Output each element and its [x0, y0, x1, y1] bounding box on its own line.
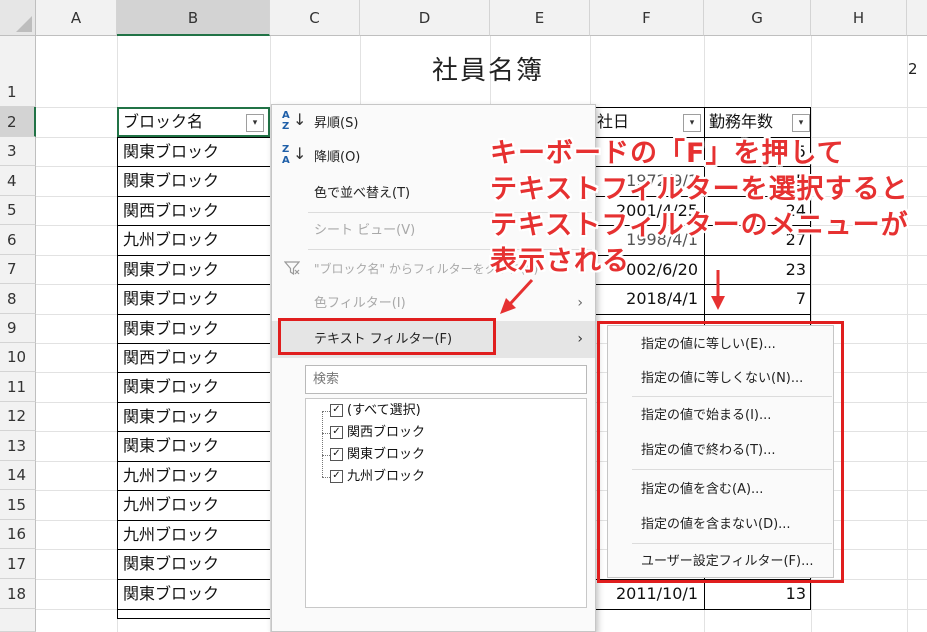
row-header-3[interactable]: 3 — [0, 137, 36, 166]
row-header-4[interactable]: 4 — [0, 166, 36, 196]
sort-descending-icon: Z A ↓ — [282, 144, 307, 166]
cell-b18[interactable]: 関東ブロック — [123, 579, 219, 608]
row-header-13[interactable]: 13 — [0, 431, 36, 461]
row-header-12[interactable]: 12 — [0, 402, 36, 431]
cell-b6[interactable]: 九州ブロック — [123, 225, 219, 254]
checklist-label: 関西ブロック — [347, 425, 426, 440]
annotation-line-1: キーボードの「F」を押して — [490, 138, 845, 169]
cell-b4[interactable]: 関東ブロック — [123, 166, 219, 195]
cell-b11[interactable]: 関東ブロック — [123, 372, 219, 401]
clear-filter-icon — [284, 261, 300, 276]
annotation-line-3: テキストフィルターのメニューが — [490, 210, 909, 241]
table-line — [117, 609, 270, 610]
cell-b7[interactable]: 関東ブロック — [123, 255, 219, 284]
checklist-label: (すべて選択) — [347, 403, 421, 418]
arrow-to-submenu-icon — [711, 270, 725, 310]
dropdown-arrow-icon: ▾ — [252, 118, 258, 128]
menu-label: 降順(O) — [314, 150, 361, 165]
checklist-item-kyushu[interactable]: ✓ 九州ブロック — [330, 467, 425, 487]
column-header-f[interactable]: F — [590, 0, 704, 36]
filter-dropdown-f-button[interactable]: ▾ — [683, 114, 701, 132]
row-header-7[interactable]: 7 — [0, 255, 36, 284]
select-all-triangle-icon — [16, 16, 32, 32]
tree-connector — [322, 411, 330, 412]
filter-value-list: ✓ (すべて選択) ✓ 関西ブロック ✓ 関東ブロック ✓ 九州ブロック — [305, 398, 587, 608]
menu-label: 昇順(S) — [314, 116, 359, 131]
cell-b13[interactable]: 関東ブロック — [123, 431, 219, 460]
row-header-9[interactable]: 9 — [0, 314, 36, 343]
menu-label: 色で並べ替え(T) — [314, 186, 411, 201]
cell-b3[interactable]: 関東ブロック — [123, 137, 219, 166]
column-header-c[interactable]: C — [270, 0, 360, 36]
select-all-corner[interactable] — [0, 0, 36, 36]
highlight-box-text-filter — [278, 318, 496, 355]
checkbox-checked-icon: ✓ — [330, 404, 343, 417]
header-years: 勤務年数 — [709, 112, 774, 131]
annotation-line-2: テキストフィルターを選択すると — [490, 174, 909, 205]
cell-b14[interactable]: 九州ブロック — [123, 461, 219, 490]
header-join-date: 社日 — [597, 112, 630, 131]
dropdown-arrow-icon: ▾ — [798, 118, 804, 128]
column-header-h[interactable]: H — [811, 0, 907, 36]
gridline — [907, 36, 908, 632]
checklist-item-kanto[interactable]: ✓ 関東ブロック — [330, 445, 425, 465]
row-header-10[interactable]: 10 — [0, 343, 36, 372]
row-header-5[interactable]: 5 — [0, 196, 36, 225]
tree-connector — [322, 411, 323, 477]
column-header-b[interactable]: B — [117, 0, 270, 36]
cell-b9[interactable]: 関東ブロック — [123, 314, 219, 343]
tree-connector — [322, 477, 330, 478]
row-header-11[interactable]: 11 — [0, 372, 36, 402]
sheet-title: 社員名簿 — [431, 56, 544, 86]
menu-label: シート ビュー(V) — [314, 223, 416, 238]
checkbox-checked-icon: ✓ — [330, 426, 343, 439]
checklist-label: 関東ブロック — [347, 447, 426, 462]
arrow-to-text-filter-icon — [500, 278, 534, 314]
cell-b5[interactable]: 関西ブロック — [123, 196, 219, 225]
row-header-17[interactable]: 17 — [0, 549, 36, 579]
cell-g18[interactable]: 13 — [704, 579, 806, 608]
tree-connector — [322, 433, 330, 434]
column-header-a[interactable]: A — [36, 0, 117, 36]
table-line — [590, 609, 811, 610]
menu-label: 色フィルター(I) — [314, 296, 406, 311]
checkbox-checked-icon: ✓ — [330, 470, 343, 483]
row-header-8[interactable]: 8 — [0, 284, 36, 314]
cell-b17[interactable]: 関東ブロック — [123, 549, 219, 578]
checklist-item-kansai[interactable]: ✓ 関西ブロック — [330, 423, 425, 443]
cell-b15[interactable]: 九州ブロック — [123, 490, 219, 519]
cell-b8[interactable]: 関東ブロック — [123, 284, 219, 313]
cell-i1-partial: 2 — [908, 60, 918, 78]
column-header-i[interactable] — [907, 0, 927, 36]
annotation-arrows — [500, 270, 725, 314]
checklist-label: 九州ブロック — [347, 469, 426, 484]
filter-dropdown-b-button[interactable]: ▾ — [246, 114, 264, 132]
row-header-16[interactable]: 16 — [0, 520, 36, 549]
header-block-name: ブロック名 — [123, 112, 204, 131]
column-header-d[interactable]: D — [360, 0, 490, 36]
row-header-6[interactable]: 6 — [0, 225, 36, 255]
row-header-1[interactable]: 1 — [0, 36, 36, 107]
checklist-item-select-all[interactable]: ✓ (すべて選択) — [330, 401, 421, 421]
filter-dropdown-g-button[interactable]: ▾ — [792, 114, 810, 132]
cell-b16[interactable]: 九州ブロック — [123, 520, 219, 549]
tree-connector — [322, 455, 330, 456]
row-header-2[interactable]: 2 — [0, 107, 36, 137]
cell-f18[interactable]: 2011/10/1 — [590, 579, 698, 608]
cell-b12[interactable]: 関東ブロック — [123, 402, 219, 431]
row-header-14[interactable]: 14 — [0, 461, 36, 490]
checkbox-checked-icon: ✓ — [330, 448, 343, 461]
row-header-18[interactable]: 18 — [0, 579, 36, 609]
sort-ascending-icon: A Z ↓ — [282, 110, 307, 132]
column-header-g[interactable]: G — [704, 0, 811, 36]
dropdown-arrow-icon: ▾ — [689, 118, 695, 128]
annotation-text: キーボードの「F」を押して テキストフィルターを選択すると テキストフィルターの… — [490, 136, 920, 280]
highlight-box-submenu — [597, 321, 844, 583]
cell-b10[interactable]: 関西ブロック — [123, 343, 219, 372]
row-header-19[interactable] — [0, 609, 36, 632]
filter-search-input[interactable]: 検索 — [305, 365, 587, 394]
column-header-e[interactable]: E — [490, 0, 590, 36]
row-header-15[interactable]: 15 — [0, 490, 36, 520]
